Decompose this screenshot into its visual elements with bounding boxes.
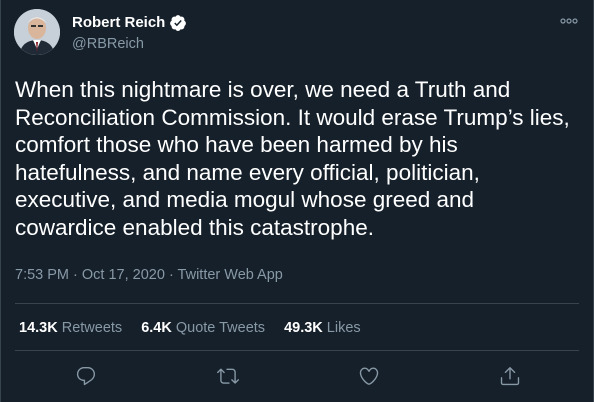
likes-count: 49.3K [284, 320, 323, 336]
tweet-card: Robert Reich @RBReich When this nightmar… [0, 0, 594, 402]
tweet-text-line: When this nightmare is over, we need a T… [15, 77, 511, 102]
quote-tweets-count: 6.4K [141, 320, 172, 336]
engagement-stats: 14.3K Retweets 6.4K Quote Tweets 49.3K L… [19, 319, 361, 337]
avatar-image [14, 9, 60, 55]
reply-icon[interactable] [74, 364, 98, 388]
more-options-icon[interactable] [559, 14, 579, 28]
action-bar [1, 364, 594, 390]
tweet-text-line: Reconciliation Commission. It would eras… [15, 104, 570, 130]
author-handle[interactable]: @RBReich [72, 35, 144, 53]
verified-badge-icon [169, 14, 187, 32]
divider [15, 350, 579, 351]
tweet-timestamp-source[interactable]: 7:53 PM · Oct 17, 2020 · Twitter Web App [15, 266, 283, 284]
author-name-row[interactable]: Robert Reich [72, 13, 187, 32]
likes-label: Likes [326, 320, 361, 336]
quote-tweets-stat[interactable]: 6.4K Quote Tweets [141, 319, 265, 337]
tweet-text-line: comfort those who have been harmed by hi… [15, 132, 458, 158]
likes-stat[interactable]: 49.3K Likes [284, 319, 361, 337]
retweets-label: Retweets [61, 320, 123, 336]
share-icon[interactable] [498, 364, 522, 388]
author-display-name[interactable]: Robert Reich [72, 13, 165, 32]
avatar[interactable] [14, 9, 60, 55]
tweet-text: When this nightmare is over, we need a T… [15, 76, 581, 242]
tweet-text-line: hatefulness, and name every official, po… [15, 159, 480, 185]
retweet-icon[interactable] [216, 364, 240, 388]
tweet-text-line: executive, and media mogul whose greed a… [15, 187, 475, 213]
quote-tweets-label: Quote Tweets [175, 320, 266, 336]
retweets-count: 14.3K [19, 320, 58, 336]
divider [15, 303, 579, 304]
retweets-stat[interactable]: 14.3K Retweets [19, 319, 122, 337]
like-icon[interactable] [357, 364, 381, 388]
tweet-text-line: cowardice enabled this catastrophe. [15, 214, 374, 240]
